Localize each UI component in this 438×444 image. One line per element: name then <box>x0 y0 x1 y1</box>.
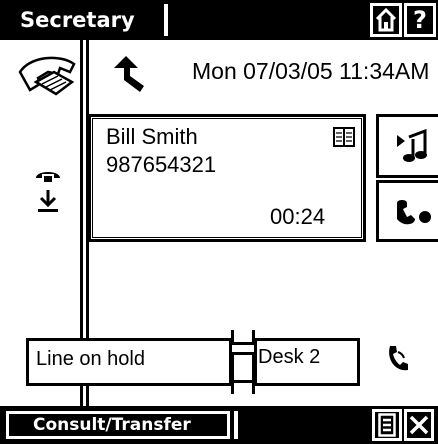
pickup-handset-icon[interactable] <box>384 344 410 376</box>
conference-icon <box>397 200 431 225</box>
close-icon <box>409 415 429 435</box>
caller-name: Bill Smith <box>106 124 198 149</box>
menu-list-button[interactable] <box>372 409 402 441</box>
conference-button[interactable] <box>376 180 438 242</box>
return-arrow-icon <box>114 56 144 92</box>
close-button[interactable] <box>404 409 434 441</box>
desk-line-label: Desk 2 <box>258 346 321 368</box>
line-link-connector <box>231 330 255 394</box>
hangup-handset-icon[interactable] <box>34 166 62 184</box>
datetime-display: Mon 07/03/05 11:34AM <box>192 58 430 84</box>
list-icon <box>378 413 396 437</box>
home-icon <box>375 8 397 32</box>
hold-line-label: Line on hold <box>36 348 145 370</box>
app-title: Secretary <box>6 0 162 40</box>
consult-transfer-button[interactable]: Consult/Transfer <box>6 411 230 439</box>
help-button[interactable]: ? <box>404 3 436 37</box>
download-arrow-icon[interactable] <box>36 188 60 214</box>
caller-number: 987654321 <box>106 152 217 177</box>
phone-icon <box>18 56 76 96</box>
home-button[interactable] <box>370 3 402 37</box>
softkey-divider <box>234 411 238 439</box>
phonebook-icon[interactable] <box>332 126 356 148</box>
title-divider <box>164 4 168 36</box>
play-audio-icon <box>397 128 427 162</box>
call-duration: 00:24 <box>270 204 326 229</box>
play-audio-button[interactable] <box>376 114 438 178</box>
